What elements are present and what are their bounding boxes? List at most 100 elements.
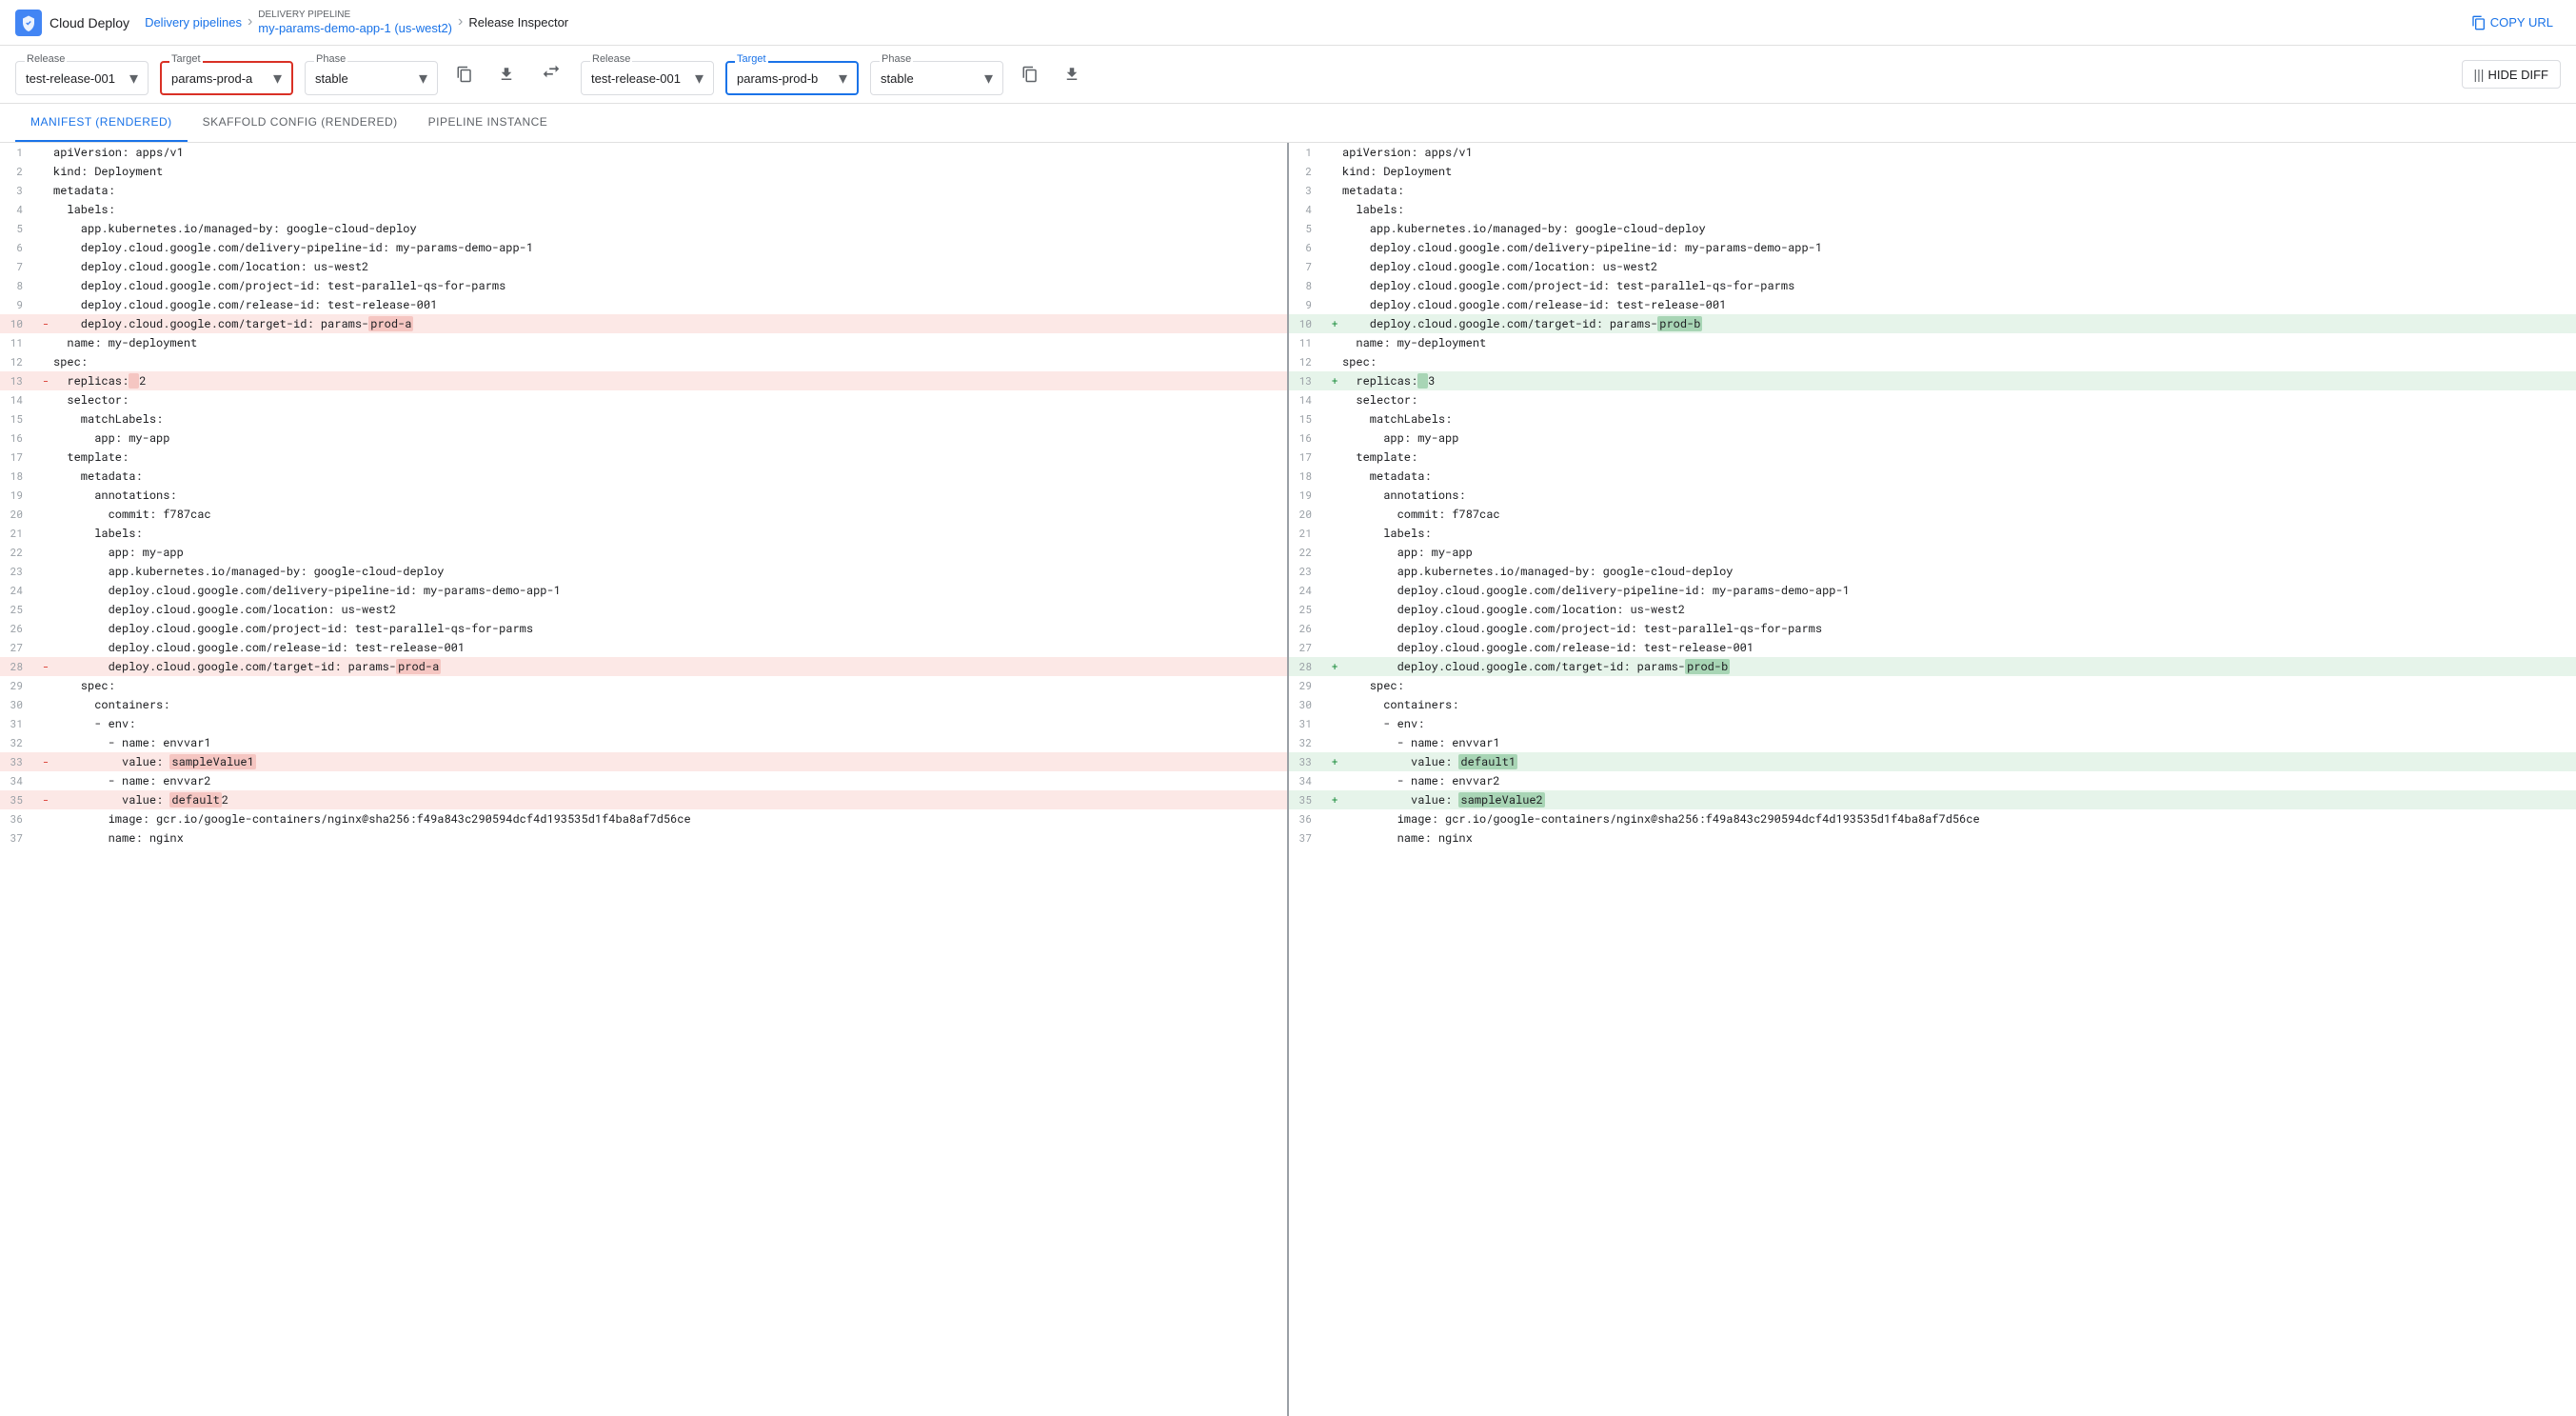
line-content: matchLabels: [1342,409,2561,429]
line-number: 14 [0,390,38,409]
code-line: 25 deploy.cloud.google.com/location: us-… [0,600,1287,619]
left-target-select[interactable]: params-prod-a ▾ [160,61,293,95]
diff-marker: + [1327,657,1342,676]
line-number: 16 [1289,429,1327,448]
left-download-button[interactable] [491,59,522,90]
breadcrumb-delivery-pipelines[interactable]: Delivery pipelines [145,15,242,30]
diff-marker: - [38,314,53,333]
line-number: 5 [1289,219,1327,238]
line-number: 34 [0,771,38,790]
line-content: deploy.cloud.google.com/target-id: param… [1342,657,2561,676]
line-number: 27 [0,638,38,657]
right-release-select[interactable]: test-release-001 ▾ [581,61,714,95]
line-content: deploy.cloud.google.com/target-id: param… [53,314,1272,333]
code-line: 16 app: my-app [0,429,1287,448]
line-content: deploy.cloud.google.com/location: us-wes… [1342,600,2561,619]
code-line: 6 deploy.cloud.google.com/delivery-pipel… [0,238,1287,257]
copy-url-button[interactable]: COPY URL [2464,11,2561,34]
right-phase-label: Phase [880,53,913,65]
left-code-panel[interactable]: 1apiVersion: apps/v12kind: Deployment3me… [0,143,1289,1416]
line-content: - name: envvar2 [53,771,1272,790]
tab-manifest[interactable]: MANIFEST (RENDERED) [15,104,188,142]
diff-marker: + [1327,314,1342,333]
line-content: deploy.cloud.google.com/release-id: test… [1342,638,2561,657]
line-content: deploy.cloud.google.com/delivery-pipelin… [53,238,1272,257]
line-content: app.kubernetes.io/managed-by: google-clo… [53,219,1272,238]
line-content: kind: Deployment [1342,162,2561,181]
line-number: 5 [0,219,38,238]
line-content: app.kubernetes.io/managed-by: google-clo… [53,562,1272,581]
line-number: 14 [1289,390,1327,409]
left-copy-button[interactable] [449,59,480,90]
line-content: containers: [53,695,1272,714]
line-content: deploy.cloud.google.com/release-id: test… [53,638,1272,657]
left-phase-field: Phase stable ▾ [305,61,438,95]
left-phase-select[interactable]: stable ▾ [305,61,438,95]
code-line: 28- deploy.cloud.google.com/target-id: p… [0,657,1287,676]
code-line: 3metadata: [1289,181,2576,200]
code-container: 1apiVersion: apps/v12kind: Deployment3me… [0,143,2576,1416]
line-content: containers: [1342,695,2561,714]
line-number: 22 [0,543,38,562]
right-phase-value: stable [881,71,981,86]
tab-pipeline[interactable]: PIPELINE INSTANCE [413,104,564,142]
breadcrumb: Delivery pipelines › DELIVERY PIPELINE m… [145,9,568,37]
line-number: 28 [1289,657,1327,676]
code-line: 17 template: [0,448,1287,467]
right-target-field: Target params-prod-b ▾ [725,61,859,95]
line-number: 13 [1289,371,1327,390]
line-content: name: nginx [53,828,1272,848]
code-line: 6 deploy.cloud.google.com/delivery-pipel… [1289,238,2576,257]
line-content: app: my-app [53,429,1272,448]
diff-marker: - [38,371,53,390]
breadcrumb-current: Release Inspector [468,15,568,30]
left-release-select[interactable]: test-release-001 ▾ [15,61,149,95]
code-line: 21 labels: [0,524,1287,543]
breadcrumb-sep-1: › [248,13,252,30]
right-download-button[interactable] [1057,59,1087,90]
line-content: metadata: [53,181,1272,200]
line-content: app: my-app [1342,429,2561,448]
line-content: app: my-app [1342,543,2561,562]
swap-panels-button[interactable] [533,57,569,91]
code-line: 11 name: my-deployment [0,333,1287,352]
line-number: 4 [0,200,38,219]
line-content: matchLabels: [53,409,1272,429]
breadcrumb-pipeline-name[interactable]: my-params-demo-app-1 (us-west2) [258,21,452,37]
app-title: Cloud Deploy [50,15,129,30]
line-content: spec: [53,352,1272,371]
code-line: 23 app.kubernetes.io/managed-by: google-… [0,562,1287,581]
tab-skaffold[interactable]: SKAFFOLD CONFIG (RENDERED) [188,104,413,142]
code-line: 24 deploy.cloud.google.com/delivery-pipe… [1289,581,2576,600]
line-content: deploy.cloud.google.com/target-id: param… [1342,314,2561,333]
line-number: 23 [0,562,38,581]
line-number: 19 [1289,486,1327,505]
line-content: value: default1 [1342,752,2561,771]
hide-diff-button[interactable]: ||| HIDE DIFF [2462,60,2561,89]
right-target-label: Target [735,53,768,65]
right-phase-arrow: ▾ [984,69,993,89]
code-line: 21 labels: [1289,524,2576,543]
tabs-bar: MANIFEST (RENDERED) SKAFFOLD CONFIG (REN… [0,104,2576,143]
line-number: 20 [0,505,38,524]
right-phase-select[interactable]: stable ▾ [870,61,1003,95]
code-line: 23 app.kubernetes.io/managed-by: google-… [1289,562,2576,581]
line-number: 7 [0,257,38,276]
code-line: 9 deploy.cloud.google.com/release-id: te… [0,295,1287,314]
swap-icon [541,61,562,82]
code-line: 32 - name: envvar1 [1289,733,2576,752]
code-line: 30 containers: [0,695,1287,714]
line-number: 28 [0,657,38,676]
line-number: 2 [1289,162,1327,181]
code-line: 13- replicas: 2 [0,371,1287,390]
right-target-select[interactable]: params-prod-b ▾ [725,61,859,95]
line-number: 6 [1289,238,1327,257]
line-number: 19 [0,486,38,505]
right-copy-button[interactable] [1015,59,1045,90]
code-line: 33- value: sampleValue1 [0,752,1287,771]
left-copy-icon [456,66,473,83]
line-number: 17 [1289,448,1327,467]
right-code-panel[interactable]: 1apiVersion: apps/v12kind: Deployment3me… [1289,143,2576,1416]
line-number: 17 [0,448,38,467]
code-line: 17 template: [1289,448,2576,467]
